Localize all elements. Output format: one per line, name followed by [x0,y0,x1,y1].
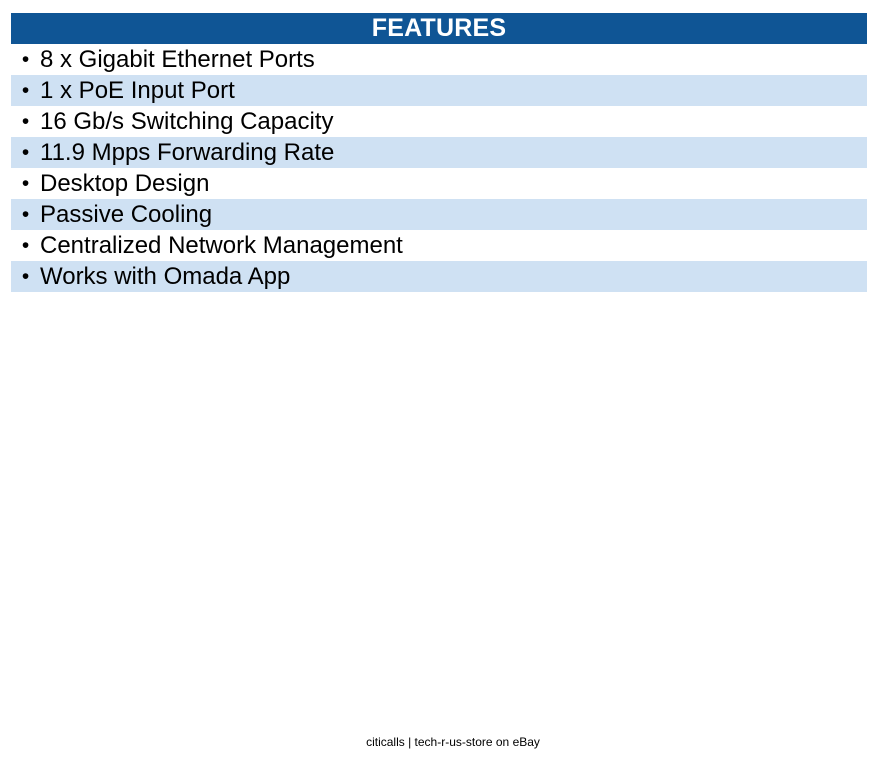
feature-text: 1 x PoE Input Port [40,76,235,104]
feature-text: 11.9 Mpps Forwarding Rate [40,138,335,166]
feature-item: • Centralized Network Management [11,230,867,261]
features-panel: FEATURES • 8 x Gigabit Ethernet Ports • … [11,13,867,292]
bullet-icon: • [21,233,30,257]
bullet-icon: • [21,171,30,195]
bullet-icon: • [21,140,30,164]
bullet-icon: • [21,202,30,226]
feature-text: Works with Omada App [40,262,291,290]
feature-item: • 1 x PoE Input Port [11,75,867,106]
feature-item: • 8 x Gigabit Ethernet Ports [11,44,867,75]
feature-text: Passive Cooling [40,200,213,228]
feature-text: 8 x Gigabit Ethernet Ports [40,45,315,73]
feature-item: • Works with Omada App [11,261,867,292]
features-title: FEATURES [11,13,867,44]
feature-text: Centralized Network Management [40,231,403,259]
feature-item: • Passive Cooling [11,199,867,230]
bullet-icon: • [21,78,30,102]
feature-item: • Desktop Design [11,168,867,199]
feature-list: • 8 x Gigabit Ethernet Ports • 1 x PoE I… [11,44,867,292]
feature-text: 16 Gb/s Switching Capacity [40,107,334,135]
feature-item: • 16 Gb/s Switching Capacity [11,106,867,137]
footer-credit: citicalls | tech-r-us-store on eBay [366,735,540,749]
feature-item: • 11.9 Mpps Forwarding Rate [11,137,867,168]
bullet-icon: • [21,264,30,288]
bullet-icon: • [21,47,30,71]
feature-text: Desktop Design [40,169,210,197]
bullet-icon: • [21,109,30,133]
